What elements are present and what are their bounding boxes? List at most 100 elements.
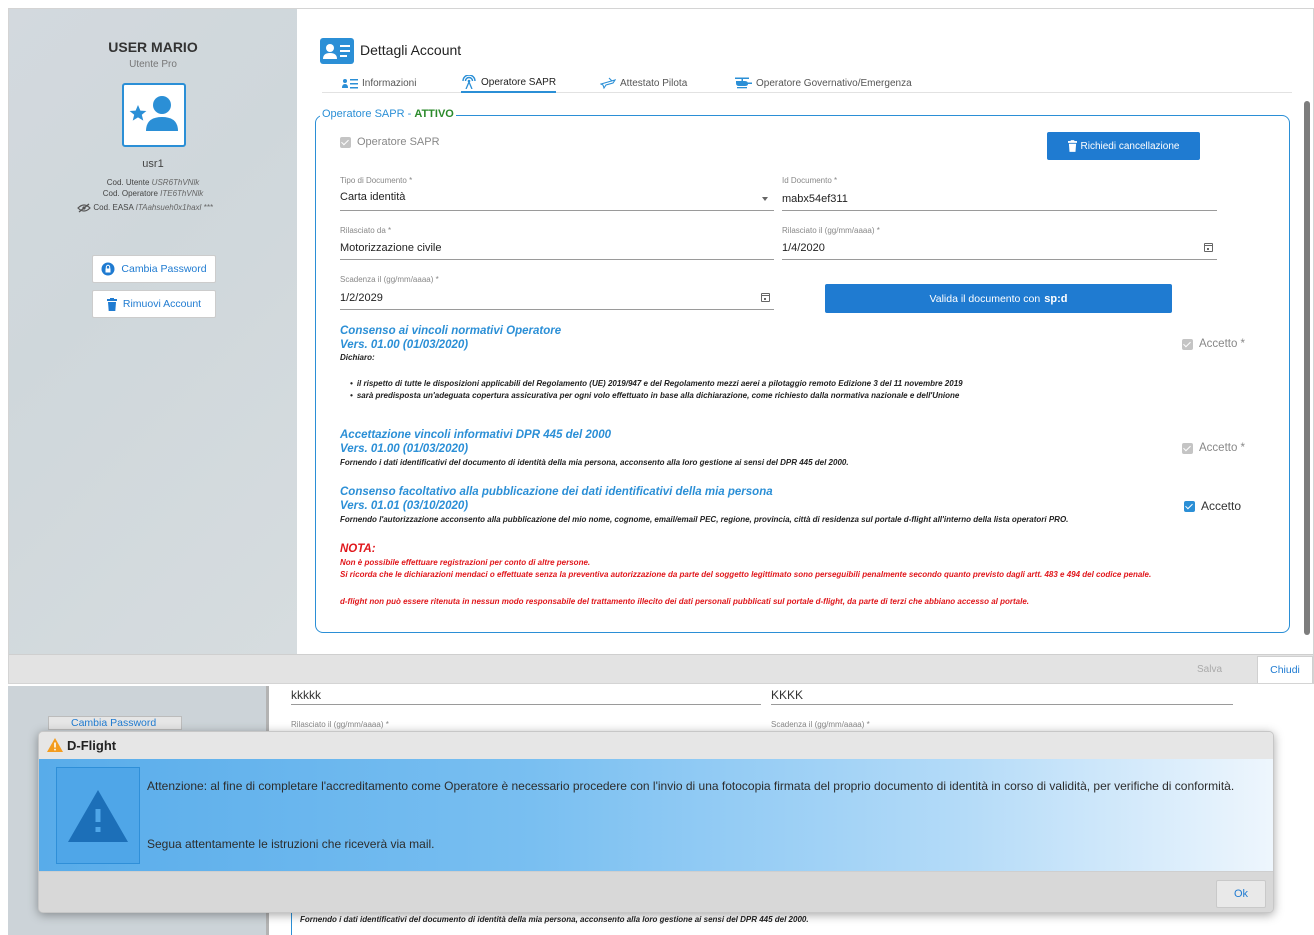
checkbox-box[interactable] bbox=[1182, 442, 1193, 454]
dialog-message2: Segua attentamente le istruzioni che ric… bbox=[147, 837, 435, 851]
cod-easa-label: Cod. EASA bbox=[93, 203, 134, 213]
rimuovi-account-label: Rimuovi Account bbox=[122, 298, 202, 310]
field-underline bbox=[340, 309, 774, 310]
helicopter-icon bbox=[735, 77, 752, 89]
cod-utente: Cod. Utente USR6ThVNlk bbox=[9, 178, 297, 187]
checkbox-box[interactable] bbox=[1182, 338, 1193, 350]
tipo-documento-select[interactable]: Carta identità bbox=[340, 191, 405, 203]
consent2-version: Vers. 01.00 (01/03/2020) bbox=[340, 443, 469, 455]
consent1-bullet1: il rispetto di tutte le disposizioni app… bbox=[350, 379, 963, 388]
tipo-documento-label: Tipo di Documento * bbox=[340, 176, 413, 185]
tab-operatore-governativo[interactable]: Operatore Governativo/Emergenza bbox=[734, 73, 912, 93]
cambia-password-button[interactable]: Cambia Password bbox=[92, 255, 216, 283]
richiedi-cancellazione-button[interactable]: Richiedi cancellazione bbox=[1047, 132, 1200, 160]
dialog-header: D-Flight bbox=[39, 732, 1273, 759]
tab-attestato-pilota[interactable]: Attestato Pilota bbox=[600, 73, 687, 93]
nota-line1: Non è possibile effettuare registrazioni… bbox=[340, 558, 591, 567]
richiedi-cancellazione-label: Richiedi cancellazione bbox=[1080, 140, 1180, 152]
tab-operatore-sapr[interactable]: Operatore SAPR bbox=[461, 73, 557, 93]
calendar-icon[interactable] bbox=[761, 293, 770, 302]
alert-dialog: D-Flight Attenzione: al fine di completa… bbox=[38, 731, 1274, 913]
operatore-sapr-checkbox[interactable]: Operatore SAPR bbox=[340, 136, 440, 148]
tab-bar: Informazioni Operatore SAPR Attestato Pi… bbox=[322, 71, 1292, 93]
rilasciato-il-input[interactable]: 1/4/2020 bbox=[782, 242, 825, 254]
cambia-password-label: Cambia Password bbox=[71, 717, 157, 729]
avatar bbox=[122, 83, 186, 147]
salva-button[interactable]: Salva bbox=[1197, 664, 1222, 675]
status-badge: ATTIVO bbox=[414, 108, 454, 120]
bg-field2-value: KKKK bbox=[771, 688, 804, 702]
cod-easa-value: ITAahsueh0x1haxl *** bbox=[135, 203, 213, 213]
trash-icon bbox=[1067, 140, 1077, 152]
cod-utente-value: USR6ThVNlk bbox=[151, 178, 200, 187]
checkbox-box[interactable] bbox=[340, 136, 351, 148]
dialog-message1: Attenzione: al fine di completare l'accr… bbox=[147, 779, 1235, 793]
field-underline bbox=[782, 210, 1217, 211]
dialog-body: Attenzione: al fine di completare l'accr… bbox=[39, 759, 1273, 871]
id-documento-label: Id Documento * bbox=[782, 176, 838, 185]
plane-icon bbox=[600, 77, 616, 89]
field-underline bbox=[771, 704, 1233, 705]
spid-logo: sp:d bbox=[1044, 292, 1068, 305]
dialog-footer: Ok bbox=[39, 871, 1273, 912]
cambia-password-label: Cambia Password bbox=[121, 263, 207, 275]
rilasciato-da-label: Rilasciato da * bbox=[340, 226, 392, 235]
tab-operatore-sapr-label: Operatore SAPR bbox=[481, 76, 557, 88]
cod-easa: Cod. EASA ITAahsueh0x1haxl *** bbox=[9, 203, 289, 213]
chevron-down-icon[interactable] bbox=[762, 197, 768, 201]
checkbox-label: Accetto * bbox=[1199, 338, 1246, 350]
scadenza-input[interactable]: 1/2/2029 bbox=[340, 292, 383, 304]
consent1-dichiaro: Dichiaro: bbox=[340, 353, 375, 362]
field-underline bbox=[291, 704, 761, 705]
consent1-version: Vers. 01.00 (01/03/2020) bbox=[340, 339, 469, 351]
username: usr1 bbox=[142, 158, 164, 170]
legend-prefix: Operatore SAPR - bbox=[322, 108, 415, 120]
cod-utente-label: Cod. Utente bbox=[106, 178, 150, 187]
info-list-icon bbox=[342, 78, 358, 88]
trash-icon bbox=[106, 297, 117, 311]
consent3-text: Fornendo l'autorizzazione acconsento all… bbox=[340, 515, 1069, 524]
valida-documento-button[interactable]: Valida il documento con sp:d bbox=[825, 284, 1172, 313]
consent1-accept-checkbox[interactable]: Accetto * bbox=[1182, 338, 1245, 350]
valida-label: Valida il documento con bbox=[929, 292, 1041, 305]
dialog-icon-box bbox=[56, 767, 140, 864]
tab-attestato-pilota-label: Attestato Pilota bbox=[620, 77, 688, 89]
window-footer: Salva Chiudi bbox=[9, 654, 1313, 683]
consent2-accept-checkbox[interactable]: Accetto * bbox=[1182, 442, 1245, 454]
warning-icon bbox=[68, 789, 128, 842]
cod-operatore: Cod. Operatore ITE6ThVNlk bbox=[9, 189, 297, 198]
antenna-icon bbox=[462, 75, 476, 89]
checkbox-box[interactable] bbox=[1184, 500, 1195, 512]
dialog-title: D-Flight bbox=[67, 738, 117, 753]
id-documento-input[interactable]: mabx54ef311 bbox=[782, 193, 848, 205]
scrollbar[interactable] bbox=[1304, 101, 1310, 635]
calendar-icon[interactable] bbox=[1204, 243, 1213, 252]
warning-icon bbox=[47, 738, 63, 752]
bg-scadenza-label: Scadenza il (gg/mm/aaaa) * bbox=[771, 720, 870, 729]
user-star-icon bbox=[129, 96, 178, 131]
rimuovi-account-button[interactable]: Rimuovi Account bbox=[92, 290, 216, 318]
consent2-title: Accettazione vincoli informativi DPR 445… bbox=[340, 429, 611, 441]
consent2-text: Fornendo i dati identificativi del docum… bbox=[340, 458, 849, 467]
cambia-password-button[interactable]: Cambia Password bbox=[48, 716, 182, 730]
nota-title: NOTA: bbox=[340, 543, 376, 555]
ok-button[interactable]: Ok bbox=[1216, 880, 1266, 908]
tab-informazioni[interactable]: Informazioni bbox=[342, 73, 416, 93]
field-underline bbox=[782, 259, 1217, 260]
tab-informazioni-label: Informazioni bbox=[362, 77, 417, 89]
user-plan: Utente Pro bbox=[129, 59, 177, 70]
bg-consent-text: Fornendo i dati identificativi del docum… bbox=[300, 915, 809, 924]
eye-off-icon[interactable] bbox=[77, 203, 91, 213]
checkbox-label: Accetto * bbox=[1199, 442, 1246, 454]
rilasciato-da-input[interactable]: Motorizzazione civile bbox=[340, 242, 441, 254]
tab-operatore-governativo-label: Operatore Governativo/Emergenza bbox=[756, 77, 912, 89]
account-card-icon bbox=[320, 38, 354, 64]
bg-field1-value: kkkkk bbox=[291, 688, 321, 702]
field-underline bbox=[340, 259, 774, 260]
nota-line3: d-flight non può essere ritenuta in ness… bbox=[340, 597, 1030, 606]
field-underline bbox=[340, 210, 774, 211]
consent3-accept-checkbox[interactable]: Accetto bbox=[1184, 499, 1241, 513]
consent3-title: Consenso facoltativo alla pubblicazione … bbox=[340, 486, 773, 498]
chiudi-button[interactable]: Chiudi bbox=[1257, 656, 1313, 683]
scadenza-label: Scadenza il (gg/mm/aaaa) * bbox=[340, 275, 439, 284]
